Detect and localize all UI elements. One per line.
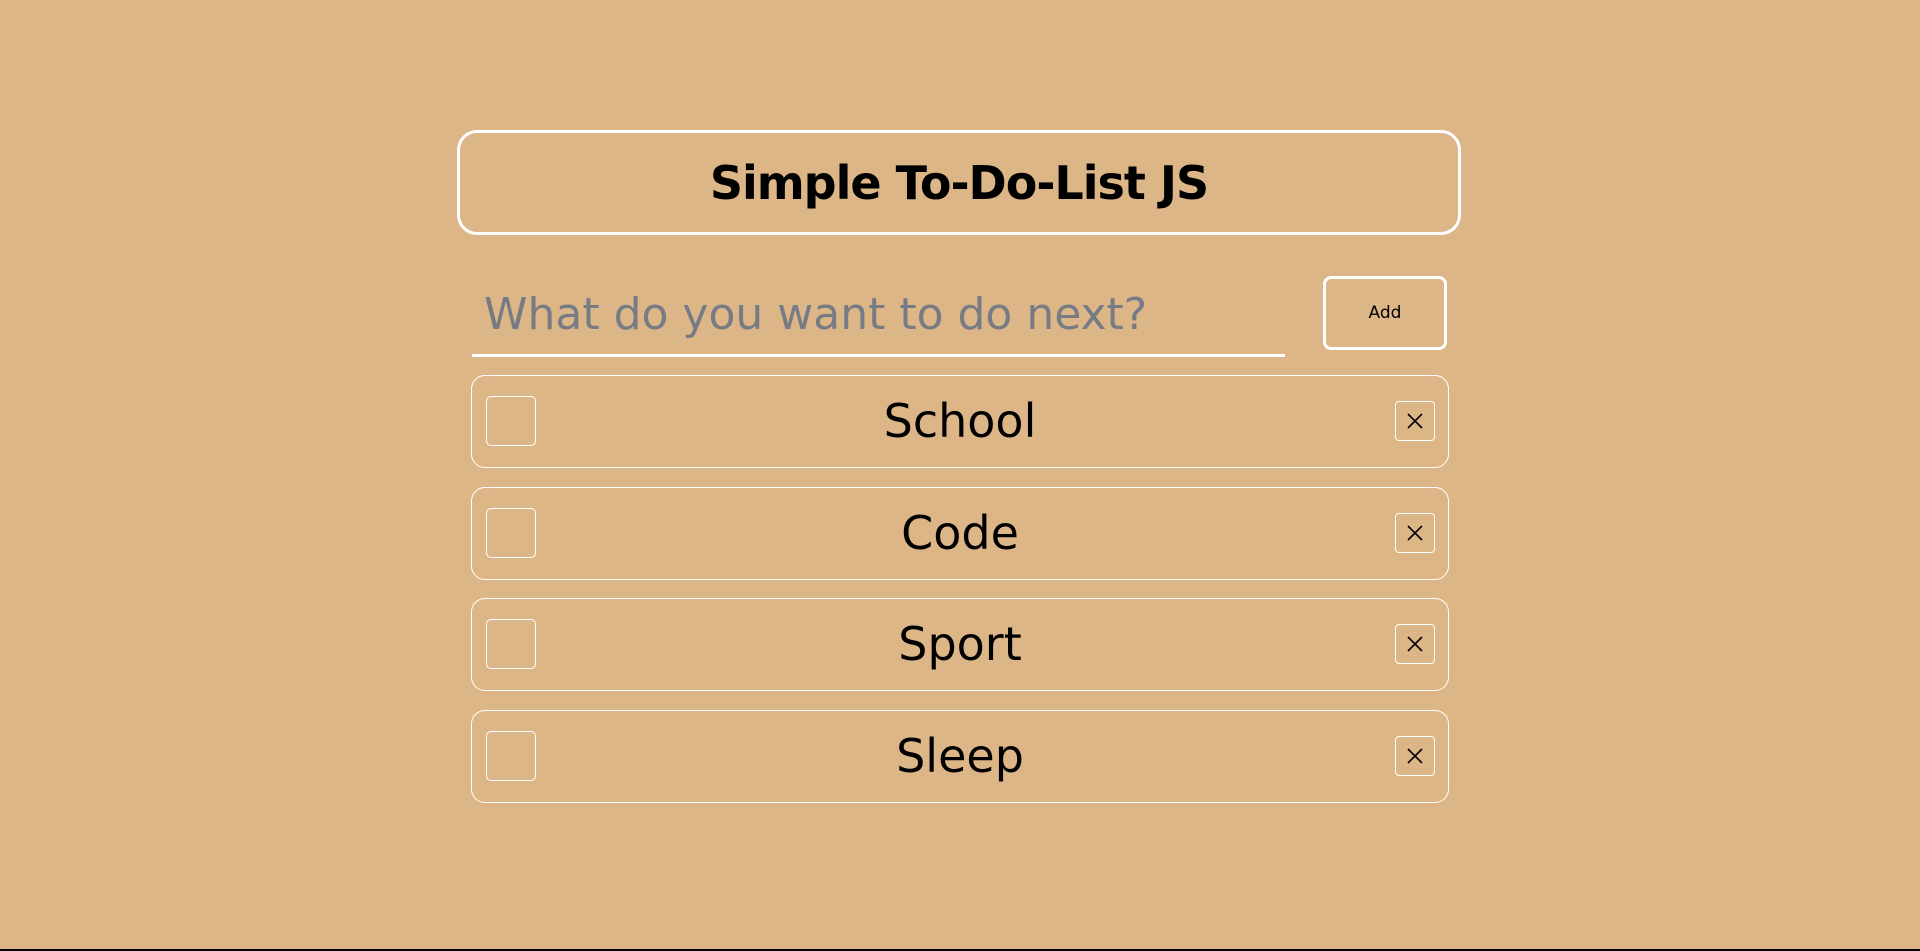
todo-label: Sport — [898, 617, 1022, 672]
page-title: Simple To-Do-List JS — [709, 155, 1209, 210]
add-task-form: Add — [472, 275, 1447, 360]
todo-list: School Code Sport Sleep — [471, 375, 1449, 822]
close-icon — [1407, 413, 1423, 429]
task-input[interactable] — [472, 275, 1285, 357]
delete-button[interactable] — [1395, 624, 1435, 665]
todo-checkbox[interactable] — [486, 396, 536, 446]
todo-checkbox[interactable] — [486, 507, 536, 558]
close-icon — [1407, 636, 1423, 652]
todo-checkbox[interactable] — [486, 619, 536, 670]
todo-item: School — [471, 375, 1449, 468]
todo-item: Code — [471, 486, 1449, 580]
todo-item: Sleep — [471, 710, 1449, 804]
close-icon — [1407, 748, 1423, 764]
todo-item: Sport — [471, 598, 1449, 692]
todo-label: Code — [901, 505, 1019, 560]
todo-label: Sleep — [896, 729, 1024, 784]
close-icon — [1407, 525, 1423, 541]
delete-button[interactable] — [1395, 736, 1435, 777]
delete-button[interactable] — [1395, 512, 1435, 553]
title-panel: Simple To-Do-List JS — [457, 130, 1461, 235]
todo-checkbox[interactable] — [486, 731, 536, 782]
add-button[interactable]: Add — [1323, 276, 1447, 350]
todo-label: School — [883, 394, 1037, 448]
delete-button[interactable] — [1395, 401, 1435, 441]
